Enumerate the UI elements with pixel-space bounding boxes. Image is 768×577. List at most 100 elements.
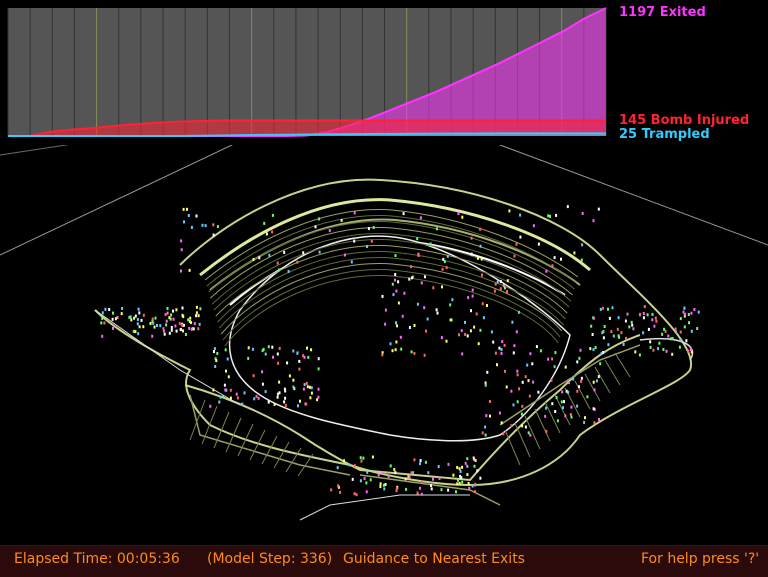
crowd-agent bbox=[195, 305, 198, 309]
crowd-agent bbox=[120, 312, 123, 316]
crowd-agent bbox=[366, 470, 369, 474]
crowd-agent bbox=[379, 485, 382, 489]
crowd-agent bbox=[432, 286, 435, 290]
crowd-agent bbox=[229, 396, 232, 400]
crowd-agent bbox=[408, 326, 411, 329]
crowd-agent bbox=[359, 456, 362, 460]
crowd-agent bbox=[292, 349, 295, 353]
crowd-agent bbox=[665, 349, 668, 353]
crowd-agent bbox=[510, 389, 513, 393]
crowd-agent bbox=[610, 330, 613, 334]
crowd-agent bbox=[298, 367, 301, 371]
crowd-agent bbox=[178, 322, 181, 326]
crowd-agent bbox=[423, 353, 426, 357]
crowd-agent bbox=[693, 308, 696, 311]
crowd-agent bbox=[112, 326, 114, 330]
crowd-agent bbox=[595, 379, 598, 383]
crowd-agent bbox=[151, 334, 154, 338]
crowd-agent bbox=[581, 243, 584, 247]
crowd-agent bbox=[576, 404, 579, 408]
crowd-agent bbox=[180, 248, 183, 252]
crowd-agent bbox=[658, 341, 661, 345]
crowd-agent bbox=[572, 377, 575, 381]
crowd-agent bbox=[513, 344, 516, 348]
crowd-agent bbox=[570, 415, 573, 419]
crowd-agent bbox=[555, 213, 558, 217]
crowd-agent bbox=[404, 477, 407, 481]
crowd-agent bbox=[336, 466, 339, 470]
crowd-agent bbox=[296, 351, 299, 355]
crowd-agent bbox=[277, 361, 280, 365]
crowd-agent bbox=[263, 221, 266, 225]
crowd-agent bbox=[377, 473, 380, 477]
crowd-agent bbox=[601, 306, 604, 310]
crowd-agent bbox=[363, 477, 366, 481]
crowd-agent bbox=[671, 352, 674, 356]
crowd-agent bbox=[590, 324, 593, 328]
crowd-agent bbox=[651, 312, 654, 316]
crowd-agent bbox=[381, 294, 384, 298]
crowd-agent bbox=[519, 213, 522, 217]
crowd-agent bbox=[100, 321, 103, 325]
crowd-agent bbox=[292, 378, 295, 382]
crowd-agent bbox=[286, 361, 289, 365]
crowd-agent bbox=[261, 370, 264, 374]
crowd-agent bbox=[545, 269, 548, 273]
crowd-agent bbox=[499, 287, 502, 291]
crowd-agent bbox=[212, 388, 215, 392]
crowd-agent bbox=[594, 346, 597, 349]
crowd-agent bbox=[532, 380, 535, 384]
crowd-agent bbox=[687, 349, 690, 353]
crowd-agent bbox=[337, 484, 340, 488]
legend-trampled: 25 Trampled bbox=[619, 127, 710, 142]
crowd-agent bbox=[395, 487, 398, 491]
crowd-agent bbox=[195, 311, 198, 315]
crowd-agent bbox=[496, 280, 499, 284]
crowd-agent bbox=[555, 396, 558, 400]
crowd-agent bbox=[170, 325, 173, 329]
crowd-agent bbox=[474, 459, 477, 462]
crowd-agent bbox=[458, 333, 460, 337]
crowd-agent bbox=[276, 395, 279, 399]
crowd-agent bbox=[121, 307, 124, 310]
crowd-agent bbox=[360, 459, 363, 463]
crowd-agent bbox=[394, 471, 397, 475]
crowd-agent bbox=[140, 318, 143, 322]
crowd-agent bbox=[264, 390, 267, 394]
crowd-agent bbox=[564, 365, 567, 369]
stadium-wireframe[interactable] bbox=[0, 88, 768, 545]
crowd-agent bbox=[162, 327, 165, 331]
crowd-agent bbox=[480, 257, 483, 261]
stand-section-line bbox=[524, 415, 541, 450]
crowd-agent bbox=[410, 471, 413, 475]
crowd-agent bbox=[235, 392, 238, 396]
crowd-agent bbox=[130, 318, 133, 322]
crowd-agent bbox=[479, 328, 482, 332]
crowd-agent bbox=[458, 481, 461, 485]
crowd-agent bbox=[399, 335, 402, 339]
crowd-agent bbox=[181, 313, 184, 317]
crowd-agent bbox=[222, 395, 225, 399]
crowd-agent bbox=[394, 348, 397, 352]
crowd-agent bbox=[554, 410, 557, 413]
crowd-agent bbox=[466, 464, 469, 468]
crowd-agent bbox=[138, 325, 141, 329]
crowd-agent bbox=[602, 336, 605, 340]
crowd-agent bbox=[287, 269, 290, 273]
crowd-agent bbox=[137, 307, 140, 311]
crowd-agent bbox=[649, 345, 652, 349]
crowd-agent bbox=[310, 391, 313, 395]
crowd-agent bbox=[137, 332, 140, 336]
stadium-3d-view[interactable] bbox=[0, 88, 768, 545]
crowd-agent bbox=[212, 223, 215, 227]
crowd-agent bbox=[519, 235, 522, 239]
crowd-agent bbox=[438, 476, 441, 480]
crowd-agent bbox=[186, 207, 188, 211]
evacuation-chart-svg: 1197 Exited 145 Bomb Injured 25 Trampled bbox=[7, 5, 749, 142]
elapsed-time: Elapsed Time: 00:05:36 bbox=[14, 551, 180, 567]
crowd-agent bbox=[618, 335, 621, 339]
crowd-agent bbox=[362, 456, 365, 460]
crowd-agent bbox=[690, 311, 693, 315]
crowd-agent bbox=[188, 268, 191, 272]
crowd-agent bbox=[419, 459, 422, 462]
